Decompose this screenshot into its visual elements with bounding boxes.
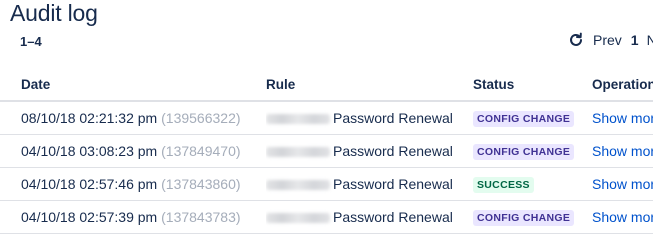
row-date: 04/10/18 02:57:46 pm (137843860) bbox=[21, 176, 241, 192]
table-row: 04/10/18 03:08:23 pm (137849470) Passwor… bbox=[0, 135, 653, 168]
row-date: 08/10/18 02:21:32 pm (139566322) bbox=[21, 110, 241, 126]
table-row: 04/10/18 02:57:39 pm (137843783) Passwor… bbox=[0, 201, 653, 234]
column-header-status[interactable]: Status bbox=[473, 70, 514, 100]
status-badge: CONFIG CHANGE bbox=[473, 111, 575, 128]
table-header: Date Rule Status Operation bbox=[0, 70, 653, 102]
status-badge: CONFIG CHANGE bbox=[473, 144, 575, 161]
row-rule: Password Renewal bbox=[266, 168, 453, 200]
prev-page-button[interactable]: Prev bbox=[593, 32, 622, 48]
row-id: (137843860) bbox=[161, 176, 241, 192]
current-page[interactable]: 1 bbox=[631, 32, 639, 48]
row-id: (137843783) bbox=[161, 209, 241, 225]
pagination: Prev 1 N bbox=[568, 32, 653, 48]
redacted-text bbox=[266, 147, 330, 158]
next-page-button[interactable]: N bbox=[647, 32, 653, 48]
audit-log-page: Audit log 1–4 Prev 1 N Date Rule Status … bbox=[0, 0, 653, 244]
show-more-link[interactable]: Show mor bbox=[592, 102, 653, 134]
row-status: CONFIG CHANGE bbox=[473, 135, 575, 167]
column-header-rule[interactable]: Rule bbox=[266, 70, 295, 100]
row-status: CONFIG CHANGE bbox=[473, 201, 575, 233]
show-more-link[interactable]: Show mor bbox=[592, 168, 653, 200]
row-id: (137849470) bbox=[161, 143, 241, 159]
table-row: 04/10/18 02:57:46 pm (137843860) Passwor… bbox=[0, 168, 653, 201]
row-id: (139566322) bbox=[161, 110, 241, 126]
redacted-text bbox=[266, 180, 330, 191]
row-rule: Password Renewal bbox=[266, 135, 453, 167]
status-badge: SUCCESS bbox=[473, 177, 534, 194]
show-more-link[interactable]: Show mor bbox=[592, 135, 653, 167]
page-title: Audit log bbox=[10, 0, 98, 26]
show-more-link[interactable]: Show mor bbox=[592, 201, 653, 233]
result-range: 1–4 bbox=[20, 34, 42, 49]
refresh-icon[interactable] bbox=[568, 32, 584, 48]
column-header-operations[interactable]: Operation bbox=[592, 70, 653, 100]
column-header-date[interactable]: Date bbox=[21, 70, 50, 100]
table-row: 08/10/18 02:21:32 pm (139566322) Passwor… bbox=[0, 102, 653, 135]
row-rule: Password Renewal bbox=[266, 102, 453, 134]
redacted-text bbox=[266, 114, 330, 125]
row-rule: Password Renewal bbox=[266, 201, 453, 233]
redacted-text bbox=[266, 213, 330, 224]
row-status: CONFIG CHANGE bbox=[473, 102, 575, 134]
row-status: SUCCESS bbox=[473, 168, 534, 200]
status-badge: CONFIG CHANGE bbox=[473, 210, 575, 227]
row-date: 04/10/18 03:08:23 pm (137849470) bbox=[21, 143, 241, 159]
row-date: 04/10/18 02:57:39 pm (137843783) bbox=[21, 209, 241, 225]
